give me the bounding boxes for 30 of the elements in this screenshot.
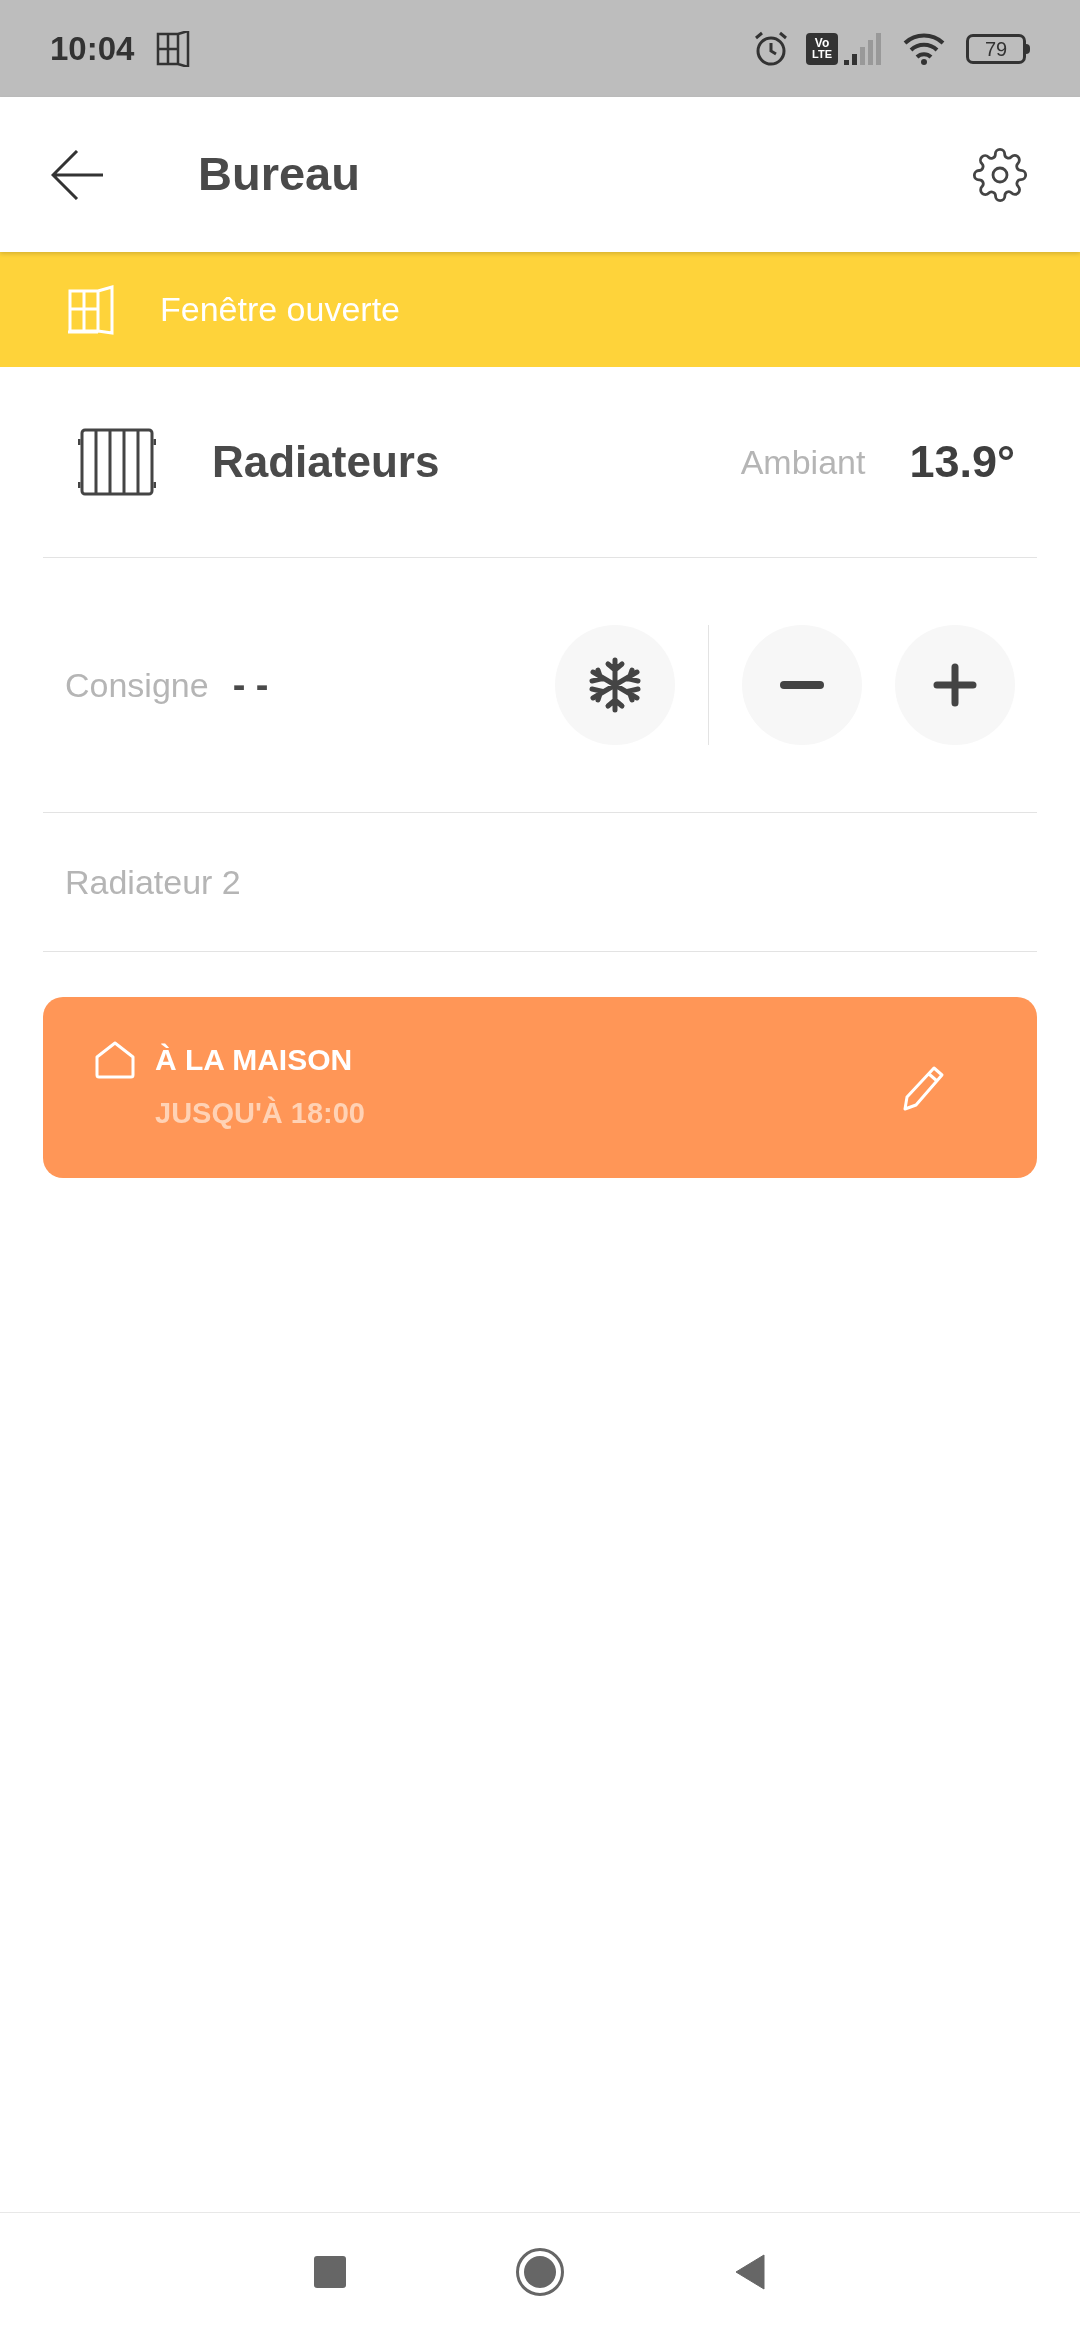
window-icon bbox=[156, 30, 191, 67]
ambient-label: Ambiant bbox=[740, 441, 866, 483]
back-arrow-icon bbox=[51, 149, 105, 200]
mode-title: À LA MAISON bbox=[155, 1042, 353, 1078]
snowflake-icon bbox=[587, 657, 643, 713]
alarm-icon bbox=[752, 29, 790, 68]
battery-indicator: 79 bbox=[966, 33, 1026, 64]
alert-text: Fenêtre ouverte bbox=[160, 289, 401, 330]
home-icon bbox=[95, 1040, 135, 1079]
settings-icon bbox=[972, 146, 1028, 203]
ambient-temperature: 13.9° bbox=[909, 435, 1015, 490]
status-time: 10:04 bbox=[50, 28, 135, 69]
zone-name: Radiateurs bbox=[212, 436, 440, 488]
pencil-icon bbox=[902, 1064, 946, 1111]
setpoint-label: Consigne bbox=[65, 664, 209, 706]
lte-text: LTE bbox=[812, 49, 832, 60]
window-icon bbox=[68, 284, 114, 335]
radiator-icon bbox=[78, 427, 156, 497]
device-name[interactable]: Radiateur 2 bbox=[65, 856, 241, 908]
recents-button[interactable] bbox=[314, 2255, 346, 2288]
back-nav-button[interactable] bbox=[734, 2253, 766, 2290]
mode-card[interactable]: À LA MAISON JUSQU'À 18:00 bbox=[43, 997, 1037, 1178]
volte-text: Vo bbox=[814, 37, 830, 49]
mode-subtitle: JUSQU'À 18:00 bbox=[155, 1095, 365, 1131]
setpoint-value: - - bbox=[232, 662, 269, 708]
plus-icon bbox=[933, 663, 977, 707]
minus-icon bbox=[780, 681, 824, 689]
home-button[interactable] bbox=[516, 2247, 564, 2296]
page-title: Bureau bbox=[198, 146, 360, 203]
signal-icon bbox=[842, 31, 882, 66]
